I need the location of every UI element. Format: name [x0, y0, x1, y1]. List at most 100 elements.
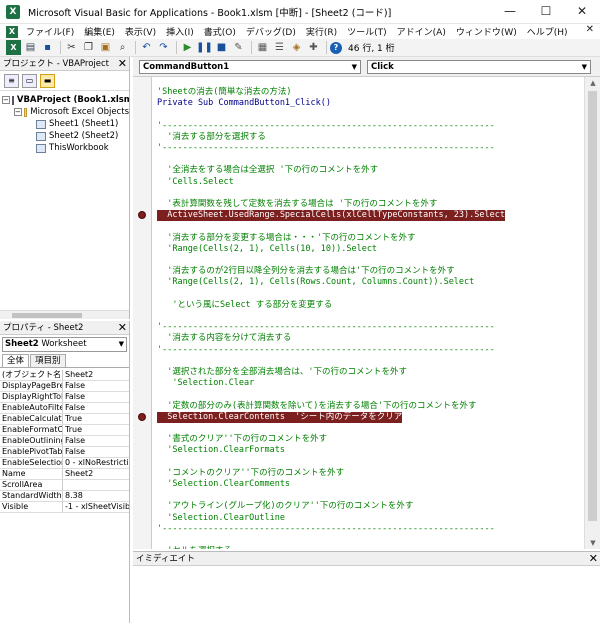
tree-item-vbaproject[interactable]: − VBAProject (Book1.xlsm): [0, 94, 129, 106]
code-line[interactable]: '消去する部分を選択する: [157, 132, 266, 143]
tab-categorized[interactable]: 項目別: [30, 354, 66, 367]
margin-indicator-bar[interactable]: [133, 77, 152, 567]
code-line[interactable]: Private Sub CommandButton1_Click(): [157, 98, 331, 109]
code-line[interactable]: '消去するのが2行目以降全列分を消去する場合は'下の行のコメントを外す: [157, 266, 454, 277]
collapse-icon[interactable]: −: [2, 96, 10, 104]
code-line[interactable]: '消去する内容を分けて消去する: [157, 333, 291, 344]
property-value[interactable]: True: [63, 414, 129, 424]
property-value[interactable]: 0 - xlNoRestrictions: [63, 458, 129, 468]
property-row[interactable]: EnableCalculationTrue: [0, 414, 129, 425]
menu-view[interactable]: 表示(V): [120, 25, 161, 38]
tree-item-sheet2[interactable]: Sheet2 (Sheet2): [0, 130, 129, 142]
property-row[interactable]: ScrollArea: [0, 480, 129, 491]
code-line[interactable]: 'Range(Cells(2, 1), Cells(10, 10)).Selec…: [157, 244, 377, 255]
property-row[interactable]: EnableFormatConditionsCalculationTrue: [0, 425, 129, 436]
menu-file[interactable]: ファイル(F): [21, 25, 79, 38]
menu-format[interactable]: 書式(O): [199, 25, 241, 38]
menu-edit[interactable]: 編集(E): [79, 25, 120, 38]
toolbox-icon[interactable]: ✚: [306, 40, 321, 55]
code-line[interactable]: '---------------------------------------…: [157, 345, 495, 356]
menu-window[interactable]: ウィンドウ(W): [451, 25, 522, 38]
property-value[interactable]: False: [63, 381, 129, 391]
project-horizontal-scrollbar[interactable]: [0, 310, 129, 319]
scrollbar-thumb[interactable]: [588, 91, 597, 521]
design-mode-icon[interactable]: ✎: [231, 40, 246, 55]
property-value[interactable]: Sheet2: [63, 469, 129, 479]
save-icon[interactable]: ▪: [40, 40, 55, 55]
undo-icon[interactable]: ↶: [139, 40, 154, 55]
code-line[interactable]: '定数の部分のみ(表計算関数を除いて)を消去する場合'下の行のコメントを外す: [157, 401, 476, 412]
object-combo[interactable]: CommandButton1 ▼: [139, 59, 361, 74]
property-row[interactable]: EnableAutoFilter False: [0, 403, 129, 414]
tree-item-excel-objects[interactable]: − Microsoft Excel Objects: [0, 106, 129, 118]
property-value[interactable]: True: [63, 425, 129, 435]
menu-addins[interactable]: アドイン(A): [392, 25, 451, 38]
property-value[interactable]: [63, 480, 129, 490]
code-line[interactable]: 'Selection.Clear: [157, 378, 254, 389]
code-line[interactable]: '全消去をする場合は全選択 '下の行のコメントを外す: [157, 165, 378, 176]
insert-userform-icon[interactable]: ▤: [23, 40, 38, 55]
maximize-button[interactable]: ☐: [528, 0, 564, 22]
property-value[interactable]: False: [63, 447, 129, 457]
menu-help[interactable]: ヘルプ(H): [522, 25, 573, 38]
menu-debug[interactable]: デバッグ(D): [241, 25, 301, 38]
code-line[interactable]: '---------------------------------------…: [157, 121, 495, 132]
minimize-button[interactable]: —: [492, 0, 528, 22]
toggle-folders-icon[interactable]: ▬: [40, 73, 55, 88]
menu-insert[interactable]: 挿入(I): [161, 25, 199, 38]
code-editor[interactable]: 'Sheetの消去(簡単な消去の方法) Private Sub CommandBu…: [157, 77, 582, 549]
code-line[interactable]: 'アウトライン(グループ化)のクリア''下の行のコメントを外す: [157, 501, 413, 512]
close-window-button[interactable]: ✕: [564, 0, 600, 22]
scrollbar-thumb[interactable]: [12, 313, 82, 318]
property-row[interactable]: Visible-1 - xlSheetVisible: [0, 502, 129, 513]
find-icon[interactable]: ⌕: [115, 40, 130, 55]
code-line[interactable]: 'Sheetの消去(簡単な消去の方法): [157, 87, 291, 98]
breakpoint-code-line[interactable]: Selection.ClearContents 'シート内のデータをクリア: [157, 411, 403, 423]
code-vertical-scrollbar[interactable]: ▲ ▼: [584, 77, 600, 549]
break-icon[interactable]: ❚❚: [196, 40, 213, 55]
immediate-window[interactable]: イミディエイト ✕: [133, 551, 600, 623]
object-selector[interactable]: Sheet2 Worksheet ▼: [2, 337, 127, 352]
code-line[interactable]: 'Selection.ClearFormats: [157, 445, 285, 456]
code-line[interactable]: 'Cells.Select: [157, 177, 234, 188]
property-row[interactable]: DisplayPageBreaksFalse: [0, 381, 129, 392]
property-row[interactable]: Name Sheet2: [0, 469, 129, 480]
collapse-icon[interactable]: −: [14, 108, 22, 116]
breakpoint-icon[interactable]: [138, 211, 146, 220]
cut-icon[interactable]: ✂: [64, 40, 79, 55]
code-line[interactable]: 'Selection.ClearOutline: [157, 513, 285, 524]
code-line[interactable]: '選択された部分を全部消去場合は、'下の行のコメントを外す: [157, 367, 407, 378]
code-line[interactable]: '消去する部分を変更する場合は・・・'下の行のコメントを外す: [157, 233, 415, 244]
excel-menu-icon[interactable]: X: [6, 25, 18, 38]
tree-item-sheet1[interactable]: Sheet1 (Sheet1): [0, 118, 129, 130]
copy-icon[interactable]: ❐: [81, 40, 96, 55]
code-line[interactable]: '---------------------------------------…: [157, 322, 495, 333]
view-object-icon[interactable]: ▭: [22, 73, 37, 88]
menu-run[interactable]: 実行(R): [301, 25, 342, 38]
property-row[interactable]: EnablePivotTable False: [0, 447, 129, 458]
property-row[interactable]: EnableOutlining False: [0, 436, 129, 447]
properties-window-icon[interactable]: ☰: [272, 40, 287, 55]
code-line[interactable]: '---------------------------------------…: [157, 524, 495, 535]
code-line[interactable]: 'Selection.ClearComments: [157, 479, 290, 490]
project-explorer-icon[interactable]: ▦: [255, 40, 270, 55]
property-row[interactable]: DisplayRightToLeftFalse: [0, 392, 129, 403]
scroll-up-icon[interactable]: ▲: [585, 77, 600, 89]
code-line[interactable]: 'という風にSelect する部分を変更する: [157, 300, 332, 311]
breakpoint-code-line[interactable]: ActiveSheet.UsedRange.SpecialCells(xlCel…: [157, 210, 505, 222]
help-icon[interactable]: ?: [330, 41, 342, 54]
reset-icon[interactable]: ■: [214, 40, 229, 55]
scroll-down-icon[interactable]: ▼: [585, 537, 600, 549]
procedure-combo[interactable]: Click ▼: [367, 59, 591, 74]
property-value[interactable]: False: [63, 403, 129, 413]
property-value[interactable]: 8.38: [63, 491, 129, 501]
menu-tools[interactable]: ツール(T): [342, 25, 392, 38]
close-project-pane-icon[interactable]: ✕: [118, 57, 127, 71]
object-browser-icon[interactable]: ◈: [289, 40, 304, 55]
property-row[interactable]: (オブジェクト名) Sheet2: [0, 370, 129, 381]
property-value[interactable]: -1 - xlSheetVisible: [63, 502, 129, 512]
tree-item-thisworkbook[interactable]: ThisWorkbook: [0, 142, 129, 154]
run-icon[interactable]: ▶: [180, 40, 195, 55]
property-row[interactable]: EnableSelection0 - xlNoRestrictions: [0, 458, 129, 469]
paste-icon[interactable]: ▣: [98, 40, 113, 55]
